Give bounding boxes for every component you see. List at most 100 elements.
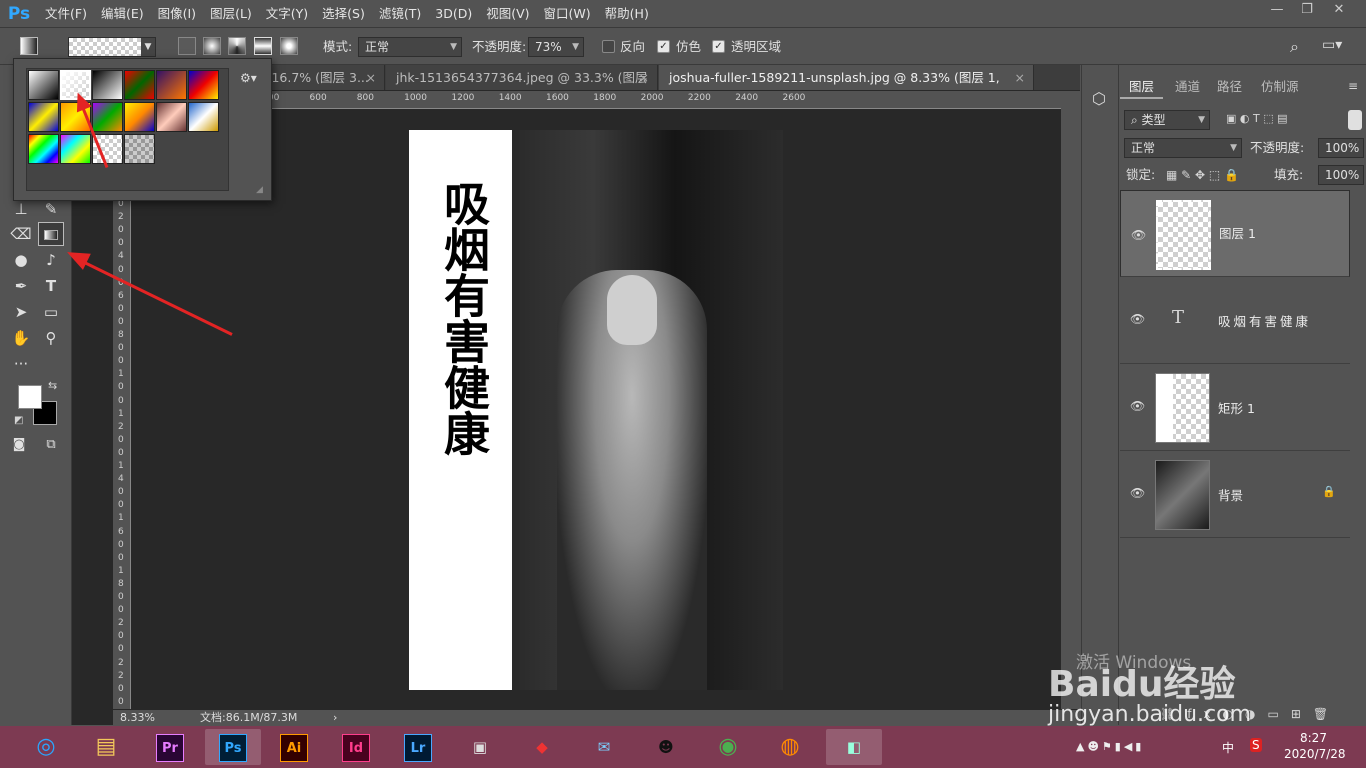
chevron-right-icon[interactable]: › <box>333 710 337 726</box>
tool-preset-picker[interactable] <box>20 37 56 57</box>
close-icon[interactable]: × <box>366 65 376 90</box>
tab-document-3[interactable]: joshua-fuller-1589211-unsplash.jpg @ 8.3… <box>659 65 1034 110</box>
type-tool-icon[interactable]: T <box>38 274 64 298</box>
gradient-swatch[interactable] <box>124 134 155 164</box>
chevron-down-icon[interactable]: ▼ <box>141 38 155 56</box>
gradient-swatch[interactable] <box>156 102 187 132</box>
more-tools-icon[interactable]: ··· <box>8 352 34 376</box>
eye-icon[interactable]: 👁 <box>1130 486 1146 502</box>
gear-icon[interactable]: ⚙▾ <box>240 71 257 85</box>
zoom-level[interactable]: 8.33% <box>120 710 155 726</box>
menu-3d[interactable]: 3D(D) <box>428 0 479 27</box>
minimize-button[interactable]: — <box>1262 0 1292 20</box>
gradient-swatch[interactable] <box>92 70 123 100</box>
quick-mask-icon[interactable]: ◙ <box>6 433 32 457</box>
tab-document-2[interactable]: jhk-1513654377364.jpeg @ 33.3% (图层 2...× <box>386 65 658 110</box>
dodge-tool-icon[interactable]: ♪ <box>38 248 64 272</box>
layer-row-layer-1[interactable]: 👁 图层 1 <box>1120 190 1350 277</box>
dither-checkbox[interactable]: ✓ <box>657 40 670 53</box>
layer-row-text[interactable]: 👁 T 吸烟有害健康 <box>1120 277 1350 364</box>
default-colors-icon[interactable]: ◩ <box>14 415 23 426</box>
uc-browser-icon[interactable]: ◍ <box>766 729 814 765</box>
zoom-tool-icon[interactable]: ⚲ <box>38 326 64 350</box>
clock-time[interactable]: 8:27 <box>1300 731 1327 745</box>
qq-browser-icon[interactable]: ✉ <box>580 729 628 765</box>
menu-edit[interactable]: 编辑(E) <box>94 0 151 27</box>
photoshop-icon[interactable]: Ps <box>205 729 261 765</box>
screen-mode-icon[interactable]: ⧉ <box>38 433 64 457</box>
menu-file[interactable]: 文件(F) <box>38 0 94 27</box>
indesign-icon[interactable]: Id <box>332 729 380 765</box>
clock-date[interactable]: 2020/7/28 <box>1284 747 1346 761</box>
ime-indicator[interactable]: 中 <box>1222 739 1234 756</box>
blur-tool-icon[interactable]: ● <box>8 248 34 272</box>
foreground-color-swatch[interactable] <box>18 385 42 409</box>
browser-360-icon[interactable]: ◎ <box>22 729 70 765</box>
app-umbrella-icon[interactable]: ◆ <box>518 729 566 765</box>
filter-toggle[interactable] <box>1348 110 1362 130</box>
path-selection-tool-icon[interactable]: ➤ <box>8 300 34 324</box>
menu-select[interactable]: 选择(S) <box>315 0 372 27</box>
premiere-icon[interactable]: Pr <box>146 729 194 765</box>
menu-type[interactable]: 文字(Y) <box>259 0 315 27</box>
eye-icon[interactable]: 👁 <box>1130 399 1146 415</box>
rectangle-tool-icon[interactable]: ▭ <box>38 300 64 324</box>
system-tray-icons[interactable]: ▲☻⚑▮◀▮ <box>1076 740 1144 753</box>
diamond-gradient-button[interactable] <box>280 37 298 55</box>
menu-view[interactable]: 视图(V) <box>479 0 536 27</box>
gradient-swatch[interactable] <box>28 70 59 100</box>
video-editor-icon[interactable]: ▣ <box>456 729 504 765</box>
layer-opacity-input[interactable]: 100% <box>1318 138 1364 158</box>
reflected-gradient-button[interactable] <box>254 37 272 55</box>
gradient-swatch[interactable] <box>28 134 59 164</box>
lock-icons[interactable]: ▦ ✎ ✥ ⬚ 🔒 <box>1166 165 1239 185</box>
tab-clone-source[interactable]: 仿制源 <box>1252 75 1308 99</box>
gradient-swatch[interactable] <box>188 70 219 100</box>
pen-tool-icon[interactable]: ✒ <box>8 274 34 298</box>
menu-window[interactable]: 窗口(W) <box>537 0 598 27</box>
file-explorer-icon[interactable]: ▤ <box>82 729 130 765</box>
hand-tool-icon[interactable]: ✋ <box>8 326 34 350</box>
menu-image[interactable]: 图像(I) <box>151 0 203 27</box>
illustrator-icon[interactable]: Ai <box>270 729 318 765</box>
gradient-swatch[interactable] <box>156 70 187 100</box>
transparency-checkbox[interactable]: ✓ <box>712 40 725 53</box>
close-icon[interactable]: × <box>639 65 649 90</box>
layer-row-background[interactable]: 👁 背景 🔒 <box>1120 451 1350 538</box>
swap-colors-icon[interactable]: ⇆ <box>48 379 57 392</box>
eye-icon[interactable]: 👁 <box>1131 226 1147 242</box>
menu-help[interactable]: 帮助(H) <box>598 0 656 27</box>
menu-filter[interactable]: 滤镜(T) <box>372 0 428 27</box>
qq-icon[interactable]: ☻ <box>642 729 690 765</box>
gradient-swatch[interactable] <box>60 134 91 164</box>
resize-handle-icon[interactable]: ◢ <box>256 185 263 195</box>
workspace-switcher-icon[interactable]: ▭▾ <box>1322 37 1356 57</box>
sogou-ime-icon[interactable]: S <box>1250 738 1262 752</box>
reverse-checkbox[interactable] <box>602 40 615 53</box>
opacity-input[interactable]: 73% ▼ <box>528 37 584 57</box>
chrome-icon[interactable]: ◉ <box>704 729 752 765</box>
3d-cube-icon[interactable]: ⬡ <box>1092 89 1106 108</box>
gradient-swatch[interactable] <box>124 102 155 132</box>
restore-button[interactable]: ❐ <box>1292 0 1322 20</box>
search-icon[interactable]: ⌕ <box>1290 37 1299 57</box>
eraser-tool-icon[interactable]: ⌫ <box>8 222 34 246</box>
gradient-preview-dropdown[interactable]: ▼ <box>68 37 156 57</box>
blend-mode-select[interactable]: 正常 ▼ <box>1124 138 1242 158</box>
notepad-icon[interactable]: ◧ <box>826 729 882 765</box>
mode-select[interactable]: 正常 ▼ <box>358 37 462 57</box>
fill-input[interactable]: 100% <box>1318 165 1364 185</box>
gradient-tool-icon[interactable] <box>38 222 64 246</box>
angle-gradient-button[interactable] <box>228 37 246 55</box>
panel-menu-icon[interactable]: ≡ <box>1348 79 1358 93</box>
lightroom-icon[interactable]: Lr <box>394 729 442 765</box>
canvas[interactable]: 吸烟有害健康 <box>409 130 783 690</box>
radial-gradient-button[interactable] <box>203 37 221 55</box>
linear-gradient-button[interactable] <box>178 37 196 55</box>
gradient-swatch[interactable] <box>28 102 59 132</box>
gradient-swatch[interactable] <box>92 102 123 132</box>
layer-row-rectangle[interactable]: 👁 矩形 1 <box>1120 364 1350 451</box>
gradient-swatch[interactable] <box>124 70 155 100</box>
menu-layer[interactable]: 图层(L) <box>203 0 259 27</box>
layer-filter-select[interactable]: ⌕ 类型 ▼ <box>1124 110 1210 130</box>
